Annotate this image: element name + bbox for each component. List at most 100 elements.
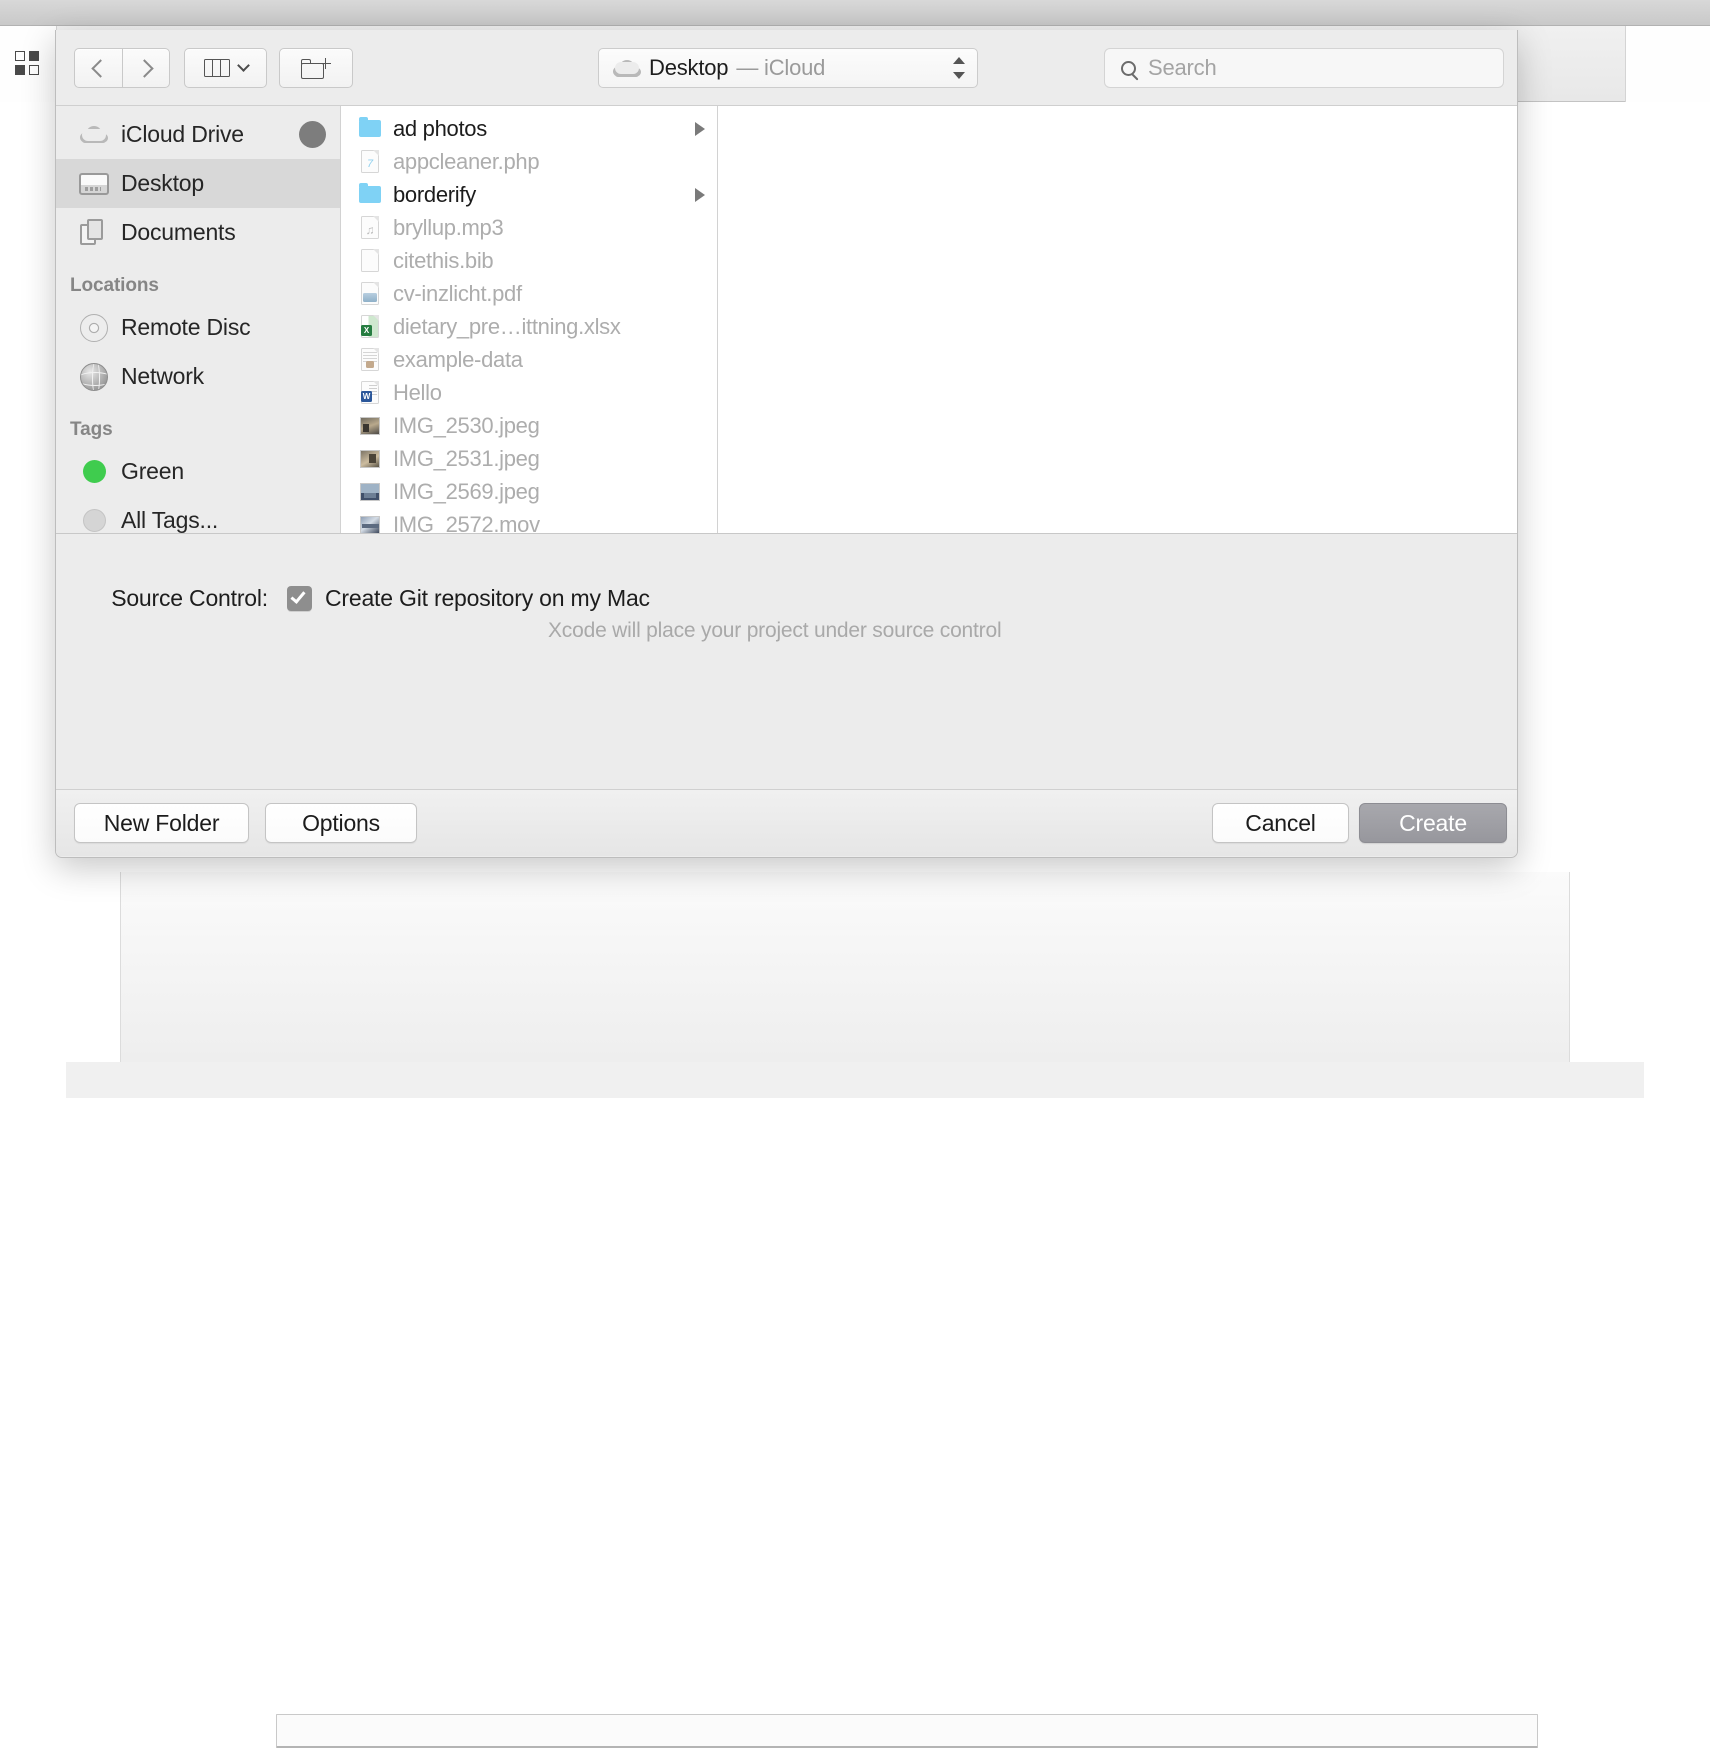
accessory-view: Source Control: Create Git repository on…	[56, 534, 1517, 790]
create-button[interactable]: Create	[1359, 803, 1507, 843]
sidebar-item-label: Network	[121, 363, 204, 390]
image-file-icon	[359, 480, 381, 504]
new-folder-icon	[301, 57, 331, 79]
list-item[interactable]: 7 appcleaner.php	[341, 145, 717, 178]
sidebar-item-documents[interactable]: Documents	[56, 208, 340, 257]
folder-icon	[359, 117, 381, 141]
new-folder-button-label: New Folder	[104, 810, 220, 837]
source-control-label: Source Control:	[56, 585, 268, 612]
movie-file-icon	[359, 513, 381, 534]
text-file-icon	[359, 348, 381, 372]
file-name: IMG_2531.jpeg	[393, 446, 540, 472]
preview-column	[718, 106, 1517, 533]
sidebar-item-tag-green[interactable]: Green	[56, 447, 340, 496]
file-name: example-data	[393, 347, 523, 373]
cancel-button-label: Cancel	[1245, 810, 1315, 837]
list-item[interactable]: ♫ bryllup.mp3	[341, 211, 717, 244]
modules-grid-icon[interactable]	[15, 51, 41, 77]
options-button[interactable]: Options	[265, 803, 417, 843]
chevron-down-icon	[237, 59, 250, 72]
chevron-right-icon	[135, 59, 153, 77]
view-mode-button[interactable]	[184, 48, 267, 88]
background-toolbar-right: { }	[1625, 26, 1710, 102]
disclosure-triangle-icon[interactable]	[695, 188, 705, 202]
options-button-label: Options	[302, 810, 380, 837]
up-down-stepper-icon[interactable]	[953, 57, 965, 79]
create-git-repository-label: Create Git repository on my Mac	[325, 585, 650, 612]
file-name: IMG_2530.jpeg	[393, 413, 540, 439]
sidebar-item-icloud-drive[interactable]: iCloud Drive	[56, 110, 340, 159]
list-item[interactable]: X dietary_pre…ittning.xlsx	[341, 310, 717, 343]
source-control-row: Source Control: Create Git repository on…	[56, 585, 1517, 612]
icloud-cloud-icon	[77, 126, 111, 143]
new-folder-toolbar-button[interactable]	[279, 48, 353, 88]
chevron-left-icon	[91, 59, 109, 77]
file-name: bryllup.mp3	[393, 215, 503, 241]
background-titlebar	[0, 0, 1710, 26]
sidebar-item-label: Desktop	[121, 170, 204, 197]
file-browser: iCloud Drive Desktop Documents Locations	[56, 106, 1517, 534]
search-icon	[1121, 61, 1136, 76]
file-column[interactable]: ad photos 7 appcleaner.php borderify ♫ b…	[341, 106, 718, 533]
list-item[interactable]: example-data	[341, 343, 717, 376]
audio-file-icon: ♫	[359, 216, 381, 240]
source-control-help-text: Xcode will place your project under sour…	[548, 619, 1001, 643]
disclosure-triangle-icon[interactable]	[695, 122, 705, 136]
forward-button[interactable]	[122, 48, 170, 88]
sidebar-item-label: Documents	[121, 219, 236, 246]
documents-icon	[77, 219, 111, 247]
file-name: citethis.bib	[393, 248, 493, 274]
create-git-repository-checkbox[interactable]	[287, 586, 312, 611]
save-panel-sheet: Desktop — iCloud Search iCloud Drive	[55, 30, 1518, 858]
list-item[interactable]: borderify	[341, 178, 717, 211]
list-item[interactable]: IMG_2531.jpeg	[341, 442, 717, 475]
new-folder-button[interactable]: New Folder	[74, 803, 249, 843]
list-item[interactable]: IMG_2530.jpeg	[341, 409, 717, 442]
list-item[interactable]: cv-inzlicht.pdf	[341, 277, 717, 310]
file-name: ad photos	[393, 116, 487, 142]
background-text-field[interactable]	[276, 1714, 1538, 1748]
list-item[interactable]: IMG_2572.mov	[341, 508, 717, 533]
network-globe-icon	[77, 363, 111, 391]
background-status-bar	[66, 1062, 1644, 1098]
create-button-label: Create	[1399, 810, 1467, 837]
file-name: borderify	[393, 182, 476, 208]
desktop-icon	[77, 173, 111, 195]
file-name: cv-inzlicht.pdf	[393, 281, 522, 307]
browser-toolbar: Desktop — iCloud Search	[56, 30, 1517, 106]
file-name: Hello	[393, 380, 442, 406]
path-current-name: Desktop	[649, 55, 728, 81]
column-view-icon	[204, 59, 230, 77]
blank-file-icon	[359, 249, 381, 273]
tag-dot-icon	[77, 460, 111, 483]
file-name: IMG_2572.mov	[393, 512, 540, 534]
list-item[interactable]: W Hello	[341, 376, 717, 409]
folder-icon	[359, 183, 381, 207]
sidebar: iCloud Drive Desktop Documents Locations	[56, 106, 341, 533]
background-panel	[120, 872, 1570, 1062]
sheet-footer: New Folder Options Cancel Create	[56, 790, 1517, 856]
path-popup-button[interactable]: Desktop — iCloud	[598, 48, 978, 88]
list-item[interactable]: citethis.bib	[341, 244, 717, 277]
sidebar-item-all-tags[interactable]: All Tags...	[56, 496, 340, 533]
path-location-suffix: — iCloud	[736, 55, 825, 81]
sidebar-item-desktop[interactable]: Desktop	[56, 159, 340, 208]
list-item[interactable]: ad photos	[341, 112, 717, 145]
back-button[interactable]	[74, 48, 122, 88]
optical-disc-icon	[77, 314, 111, 342]
icloud-status-badge	[299, 121, 326, 148]
sidebar-header-locations: Locations	[56, 257, 340, 303]
sidebar-item-network[interactable]: Network	[56, 352, 340, 401]
excel-file-icon: X	[359, 315, 381, 339]
cancel-button[interactable]: Cancel	[1212, 803, 1349, 843]
search-input[interactable]: Search	[1104, 48, 1504, 88]
background-toolbar-left	[0, 26, 57, 102]
sidebar-item-remote-disc[interactable]: Remote Disc	[56, 303, 340, 352]
search-placeholder: Search	[1148, 55, 1217, 81]
sidebar-item-label: All Tags...	[121, 507, 218, 533]
list-item[interactable]: IMG_2569.jpeg	[341, 475, 717, 508]
word-file-icon: W	[359, 381, 381, 405]
file-name: appcleaner.php	[393, 149, 539, 175]
php-file-icon: 7	[359, 150, 381, 174]
file-name: IMG_2569.jpeg	[393, 479, 540, 505]
